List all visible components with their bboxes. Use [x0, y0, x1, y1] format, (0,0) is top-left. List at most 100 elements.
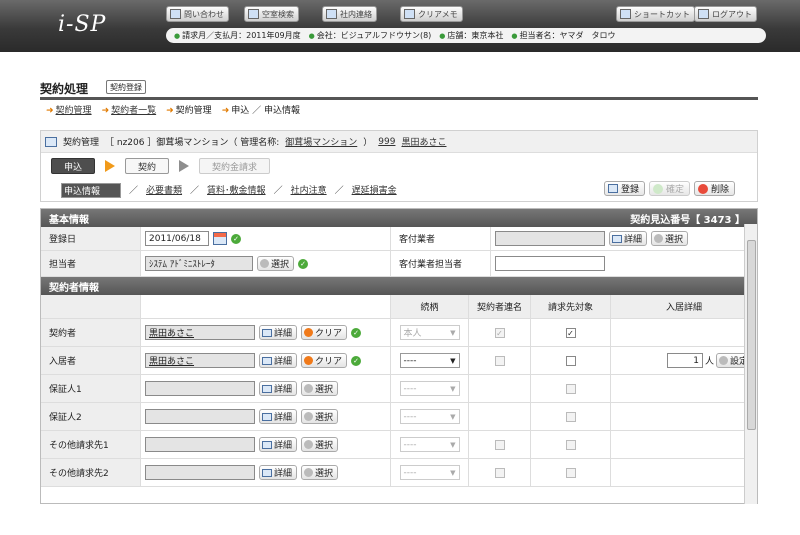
tab-documents[interactable]: 必要書類	[146, 183, 182, 198]
form-scrollbar[interactable]	[744, 224, 757, 504]
pointer-icon	[304, 412, 314, 421]
save-icon	[607, 184, 618, 193]
guarantor1-relation-select: ---- ▼	[399, 381, 460, 396]
resident-joint-checkbox	[494, 355, 505, 366]
scrollbar-thumb[interactable]	[747, 240, 756, 430]
other2-name-input[interactable]	[145, 465, 255, 480]
other2-detail-button[interactable]: 詳細	[259, 465, 298, 480]
form-row: 登録日 2011/06/18 ✓ 客付業者 詳細 選択	[41, 227, 757, 251]
register-button[interactable]: 登録	[603, 181, 645, 196]
resident-detail-button[interactable]: 詳細	[259, 353, 298, 368]
check-ok-icon: ✓	[298, 258, 309, 269]
guarantor2-select-button[interactable]: 選択	[301, 409, 339, 424]
tab-late-fees[interactable]: 遅延損害金	[352, 183, 397, 198]
party-row-other-billing-2: その他請求先2 詳細 選択 ---- ▼	[41, 459, 757, 487]
title-divider	[40, 97, 758, 100]
room-link[interactable]: 999	[378, 137, 395, 147]
party-row-other-billing-1: その他請求先1 詳細 選択 ---- ▼	[41, 431, 757, 459]
confirm-button: 確定	[648, 181, 690, 196]
resident-count-input[interactable]: 1	[666, 353, 703, 368]
party-row-contractor: 契約者 黒田あさこ 詳細 クリア ✓ 本人 ▼ ✓ ✓	[41, 319, 757, 347]
breadcrumb-item[interactable]: ➜ 契約管理	[46, 103, 92, 116]
resident-relation-select[interactable]: ---- ▼	[399, 353, 460, 368]
session-info-bar: ● 請求月／支払月：2011年09月度 ● 会社：ビジュアルフドウサン(8) ● 店舗…	[166, 28, 766, 43]
detail-icon	[612, 234, 622, 243]
guarantor1-name-input[interactable]	[145, 381, 255, 396]
bullet-icon: ●	[511, 32, 518, 40]
step-application[interactable]: 申込	[51, 158, 96, 174]
contractor-detail-button[interactable]: 詳細	[259, 325, 298, 340]
contractor-relation-select: 本人 ▼	[399, 325, 460, 340]
shortcut-button[interactable]: ショートカット	[616, 6, 695, 22]
period-info: ● 請求月／支払月：2011年09月度	[174, 31, 301, 40]
guarantor1-select-button[interactable]: 選択	[301, 381, 339, 396]
contractor-joint-checkbox: ✓	[494, 327, 505, 338]
guarantor2-name-input[interactable]	[145, 409, 255, 424]
other1-detail-button[interactable]: 詳細	[259, 437, 298, 452]
person-link[interactable]: 黒田あさこ	[401, 135, 446, 148]
step-billing: 契約金請求	[199, 158, 271, 174]
guarantor2-detail-button[interactable]: 詳細	[259, 409, 298, 424]
agent-staff-cell	[491, 251, 757, 276]
workflow-steps: 申込 契約 契約金請求	[51, 158, 271, 174]
company-info: ● 会社：ビジュアルフドウサン(8)	[308, 31, 432, 40]
application-form: 基本情報 契約見込番号【 3473 】 登録日 2011/06/18 ✓ 客付業…	[40, 208, 758, 504]
step-arrow-icon	[105, 160, 116, 172]
property-link[interactable]: 御茸場マンション	[285, 135, 357, 148]
contractor-billing-checkbox[interactable]: ✓	[565, 327, 576, 338]
tab-rent-deposit[interactable]: 賃料･敷金情報	[207, 183, 266, 198]
resident-clear-button[interactable]: クリア	[301, 353, 348, 368]
resident-billing-checkbox[interactable]	[565, 355, 576, 366]
breadcrumb-item: ➜ 申込 ／ 申込情報	[221, 106, 300, 116]
guarantor1-detail-button[interactable]: 詳細	[259, 381, 298, 396]
check-ok-icon: ✓	[231, 233, 241, 244]
other1-select-button[interactable]: 選択	[301, 437, 339, 452]
chevron-down-icon: ▼	[450, 440, 456, 449]
step-contract[interactable]: 契約	[125, 158, 170, 174]
agent-input[interactable]	[495, 231, 605, 246]
guarantor2-billing-checkbox	[565, 411, 576, 422]
arrow-icon: ➜	[101, 106, 110, 116]
other1-name-input[interactable]	[145, 437, 255, 452]
other2-select-button[interactable]: 選択	[301, 465, 339, 480]
breadcrumb-item: ➜ 契約管理	[166, 106, 212, 116]
staff-input[interactable]: ｼｽﾃﾑ ｱﾄﾞﾐﾆｽﾄﾚｰﾀ	[145, 256, 253, 271]
tab-internal-notes[interactable]: 社内注意	[291, 183, 327, 198]
agent-detail-button[interactable]: 詳細	[609, 231, 648, 246]
inquiry-button[interactable]: 問い合わせ	[166, 6, 229, 22]
app-logo: i-SP	[58, 12, 107, 37]
arrow-icon: ➜	[46, 106, 54, 116]
clear-icon	[304, 328, 314, 337]
party-row-resident: 入居者 黒田あさこ 詳細 クリア ✓ ---- ▼ 1 人 設定	[41, 347, 757, 375]
agent-cell: 詳細 選択	[491, 227, 757, 250]
page-title: 契約処理	[40, 82, 89, 96]
contractor-clear-button[interactable]: クリア	[301, 325, 348, 340]
delete-button[interactable]: 削除	[693, 181, 735, 196]
staff-select-button[interactable]: 選択	[257, 256, 295, 271]
registration-date-cell: 2011/06/18 ✓	[141, 227, 391, 250]
agent-staff-input[interactable]	[495, 256, 605, 271]
registration-date-label: 登録日	[41, 227, 141, 250]
clear-icon	[304, 356, 314, 365]
contract-panel: 契約管理 ［ nz206 ］御茸場マンション（ 管理名称: 御茸場マンション ）…	[40, 130, 758, 202]
action-buttons: 登録 確定 削除	[603, 181, 735, 196]
contractor-name-input[interactable]: 黒田あさこ	[145, 325, 255, 340]
internal-notice-button[interactable]: 社内連絡	[322, 6, 377, 22]
calendar-icon[interactable]	[213, 232, 227, 245]
tab-application-info[interactable]: 申込情報	[61, 183, 121, 198]
registration-date-input[interactable]: 2011/06/18	[145, 231, 209, 246]
agent-select-button[interactable]: 選択	[651, 231, 689, 246]
pointer-icon	[654, 234, 664, 243]
basic-info-header: 基本情報 契約見込番号【 3473 】	[41, 209, 757, 227]
delete-icon	[697, 183, 708, 194]
breadcrumb-item[interactable]: ➜ 契約者一覧	[102, 103, 157, 116]
vacancy-search-button[interactable]: 空室検索	[244, 6, 299, 22]
clear-memo-button[interactable]: クリアメモ	[400, 6, 463, 22]
logout-icon	[698, 9, 709, 19]
logout-button[interactable]: ログアウト	[694, 6, 757, 22]
resident-name-input[interactable]: 黒田あさこ	[145, 353, 255, 368]
check-icon	[652, 183, 663, 194]
chevron-down-icon: ▼	[450, 356, 456, 365]
shortcut-icon	[620, 9, 631, 19]
arrow-icon: ➜	[166, 106, 174, 116]
